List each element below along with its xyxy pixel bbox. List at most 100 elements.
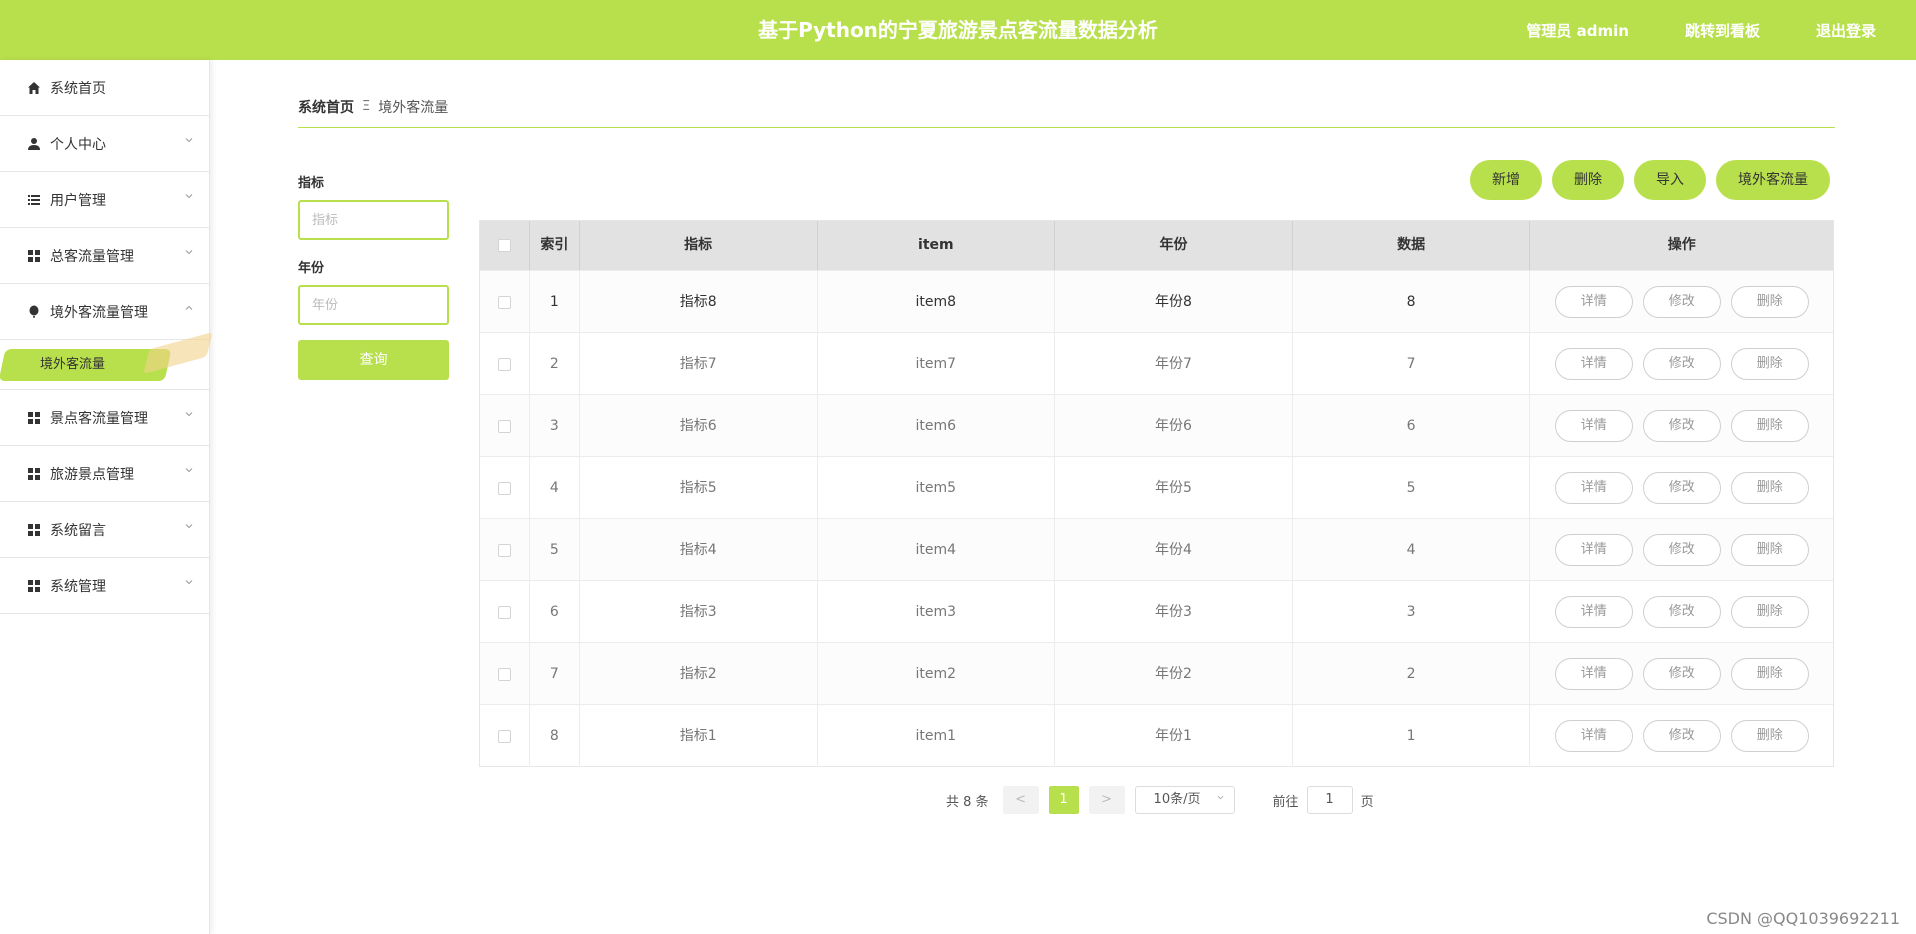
page-size-value: 10条/页: [1153, 792, 1201, 807]
select-all-checkbox[interactable]: [497, 238, 511, 252]
table-header: 索引 指标 item 年份 数据 操作: [480, 221, 1833, 270]
row-select-cell: [480, 643, 530, 705]
sidebar-item-label: 境外客流量管理: [50, 304, 148, 321]
row-edit-button[interactable]: 修改: [1642, 534, 1721, 566]
chevron-up-icon: [185, 305, 193, 310]
row-select-cell: [480, 333, 530, 395]
row-detail-button[interactable]: 详情: [1554, 596, 1633, 628]
row-edit-button[interactable]: 修改: [1642, 658, 1721, 690]
sidebar-item-user-management[interactable]: 用户管理: [0, 172, 209, 228]
year-input[interactable]: [298, 285, 449, 325]
row-delete-button[interactable]: 删除: [1730, 596, 1809, 628]
goto-page-input[interactable]: 1: [1306, 786, 1353, 814]
column-header-item: item: [818, 221, 1056, 270]
chevron-down-icon: [185, 250, 193, 255]
row-detail-button[interactable]: 详情: [1554, 534, 1633, 566]
row-delete-button[interactable]: 删除: [1730, 348, 1809, 380]
cell-indicator: 指标3: [580, 581, 818, 643]
import-button[interactable]: 导入: [1634, 160, 1706, 200]
row-edit-button[interactable]: 修改: [1642, 472, 1721, 504]
row-detail-button[interactable]: 详情: [1554, 410, 1633, 442]
row-edit-button[interactable]: 修改: [1642, 596, 1721, 628]
row-detail-button[interactable]: 详情: [1554, 720, 1633, 752]
cell-item: item1: [818, 705, 1056, 767]
row-delete-button[interactable]: 删除: [1730, 720, 1809, 752]
row-delete-button[interactable]: 删除: [1730, 410, 1809, 442]
logout-link[interactable]: 退出登录: [1816, 20, 1876, 41]
row-detail-button[interactable]: 详情: [1554, 658, 1633, 690]
cell-actions: 详情 修改 删除: [1530, 457, 1833, 519]
table-row: 7 指标2 item2 年份2 2 详情 修改 删除: [480, 642, 1833, 705]
page-size-select[interactable]: 10条/页: [1134, 786, 1235, 814]
chevron-down-icon: [185, 194, 193, 199]
row-delete-button[interactable]: 删除: [1730, 472, 1809, 504]
row-delete-button[interactable]: 删除: [1730, 658, 1809, 690]
row-checkbox[interactable]: [497, 295, 511, 309]
chevron-down-icon: [1217, 795, 1223, 800]
row-checkbox[interactable]: [497, 357, 511, 371]
cell-year: 年份7: [1055, 333, 1293, 395]
sidebar-item-scenic-flow[interactable]: 景点客流量管理: [0, 390, 209, 446]
cell-actions: 详情 修改 删除: [1530, 333, 1833, 395]
row-edit-button[interactable]: 修改: [1642, 410, 1721, 442]
column-header-data: 数据: [1293, 221, 1531, 270]
breadcrumb-home[interactable]: 系统首页: [298, 97, 354, 117]
sidebar-item-messages[interactable]: 系统留言: [0, 502, 209, 558]
cell-actions: 详情 修改 删除: [1530, 395, 1833, 457]
row-checkbox[interactable]: [497, 605, 511, 619]
row-detail-button[interactable]: 详情: [1554, 286, 1633, 318]
row-detail-button[interactable]: 详情: [1554, 472, 1633, 504]
cell-index: 5: [530, 519, 580, 581]
cell-data: 4: [1293, 519, 1531, 581]
row-detail-button[interactable]: 详情: [1554, 348, 1633, 380]
cell-data: 8: [1293, 271, 1531, 333]
row-checkbox[interactable]: [497, 667, 511, 681]
cell-year: 年份4: [1055, 519, 1293, 581]
cell-indicator: 指标6: [580, 395, 818, 457]
breadcrumb: 系统首页 Ξ 境外客流量: [298, 94, 1835, 128]
sidebar-item-label: 个人中心: [50, 136, 106, 153]
export-overseas-flow-button[interactable]: 境外客流量: [1716, 160, 1830, 200]
user-icon: [26, 136, 42, 152]
sidebar-item-label: 总客流量管理: [50, 248, 134, 265]
breadcrumb-current: 境外客流量: [378, 99, 449, 116]
sidebar-item-overseas-flow[interactable]: 境外客流量管理: [0, 284, 209, 340]
cell-index: 2: [530, 333, 580, 395]
sidebar-item-home[interactable]: 系统首页: [0, 60, 209, 116]
sidebar-item-total-flow[interactable]: 总客流量管理: [0, 228, 209, 284]
row-edit-button[interactable]: 修改: [1642, 286, 1721, 318]
row-checkbox[interactable]: [497, 543, 511, 557]
sidebar-item-personal-center[interactable]: 个人中心: [0, 116, 209, 172]
row-checkbox[interactable]: [497, 481, 511, 495]
page-number-button[interactable]: 1: [1048, 786, 1079, 814]
query-button[interactable]: 查询: [298, 340, 449, 380]
row-delete-button[interactable]: 删除: [1730, 534, 1809, 566]
sidebar-subitem-overseas-flow[interactable]: 境外客流量: [0, 331, 213, 390]
row-delete-button[interactable]: 删除: [1730, 286, 1809, 318]
cell-index: 4: [530, 457, 580, 519]
add-button[interactable]: 新增: [1470, 160, 1542, 200]
row-checkbox[interactable]: [497, 729, 511, 743]
delete-button[interactable]: 删除: [1552, 160, 1624, 200]
dashboard-link[interactable]: 跳转到看板: [1685, 20, 1760, 41]
cell-item: item6: [818, 395, 1056, 457]
row-checkbox[interactable]: [497, 419, 511, 433]
row-edit-button[interactable]: 修改: [1642, 720, 1721, 752]
row-edit-button[interactable]: 修改: [1642, 348, 1721, 380]
indicator-input[interactable]: [298, 200, 449, 240]
goto-suffix: 页: [1360, 794, 1374, 810]
chevron-down-icon: [185, 524, 193, 529]
table-row: 3 指标6 item6 年份6 6 详情 修改 删除: [480, 394, 1833, 457]
top-bar: 基于Python的宁夏旅游景点客流量数据分析 管理员 admin 跳转到看板 退…: [0, 0, 1916, 60]
row-select-cell: [480, 705, 530, 767]
year-filter-label: 年份: [298, 261, 325, 276]
cell-index: 8: [530, 705, 580, 767]
list-icon: [26, 192, 42, 208]
sidebar-item-scenic-spots[interactable]: 旅游景点管理: [0, 446, 209, 502]
prev-page-button[interactable]: <: [1002, 786, 1039, 814]
chevron-down-icon: [185, 138, 193, 143]
grid-icon: [26, 410, 42, 426]
sidebar-item-system[interactable]: 系统管理: [0, 558, 209, 614]
next-page-button[interactable]: >: [1088, 786, 1125, 814]
pagination-total: 共 8 条: [946, 794, 989, 810]
